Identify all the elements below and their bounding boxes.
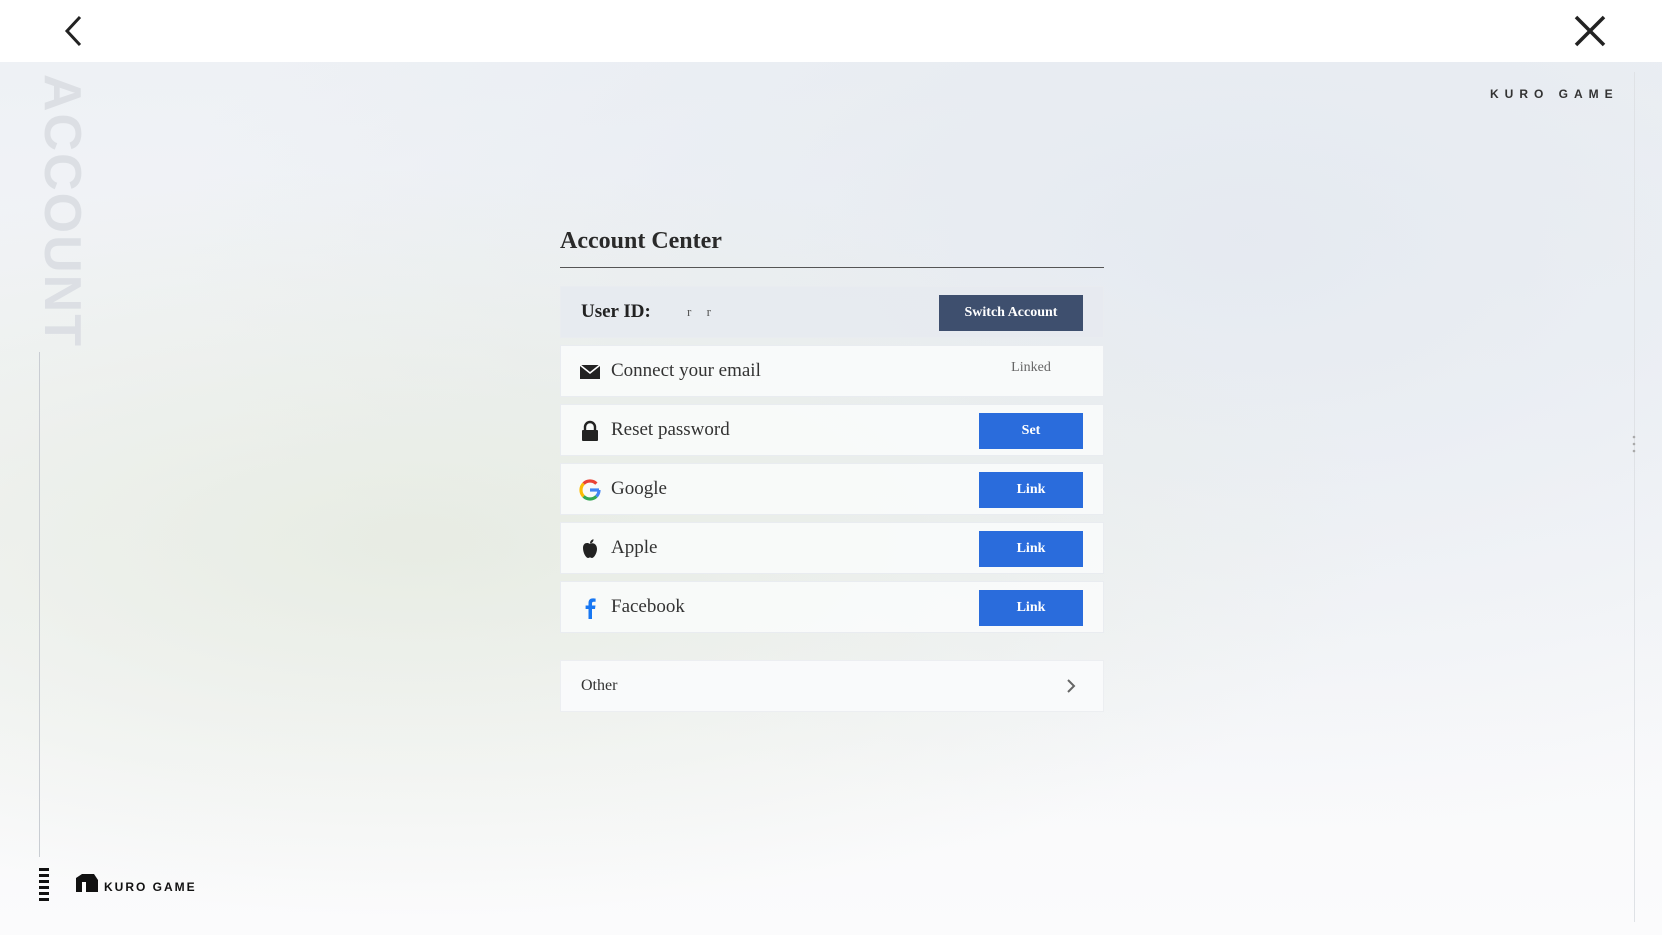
facebook-row: Facebook Link bbox=[560, 581, 1104, 633]
facebook-icon bbox=[585, 598, 596, 619]
google-label: Google bbox=[611, 478, 667, 499]
kuro-logo-icon bbox=[76, 874, 98, 892]
switch-account-button[interactable]: Switch Account bbox=[939, 295, 1083, 331]
brand-logo-top: KURO GAME bbox=[1490, 87, 1619, 101]
back-button[interactable] bbox=[55, 11, 95, 51]
brand-logo-bottom: KURO GAME bbox=[38, 866, 218, 902]
other-label: Other bbox=[581, 677, 618, 694]
facebook-label: Facebook bbox=[611, 596, 685, 617]
link-google-button[interactable]: Link bbox=[979, 472, 1083, 508]
mail-icon bbox=[579, 364, 601, 379]
brand-bottom-text: KURO GAME bbox=[104, 880, 197, 894]
close-icon bbox=[1574, 15, 1606, 47]
link-facebook-button[interactable]: Link bbox=[979, 590, 1083, 626]
chevron-right-icon bbox=[1067, 679, 1076, 693]
close-button[interactable] bbox=[1570, 11, 1610, 51]
google-icon bbox=[579, 479, 601, 501]
title-divider bbox=[560, 267, 1104, 268]
apple-row: Apple Link bbox=[560, 522, 1104, 574]
stripes-icon bbox=[39, 868, 49, 901]
page-title: Account Center bbox=[560, 228, 722, 254]
top-bar bbox=[0, 0, 1662, 63]
set-password-button[interactable]: Set bbox=[979, 413, 1083, 449]
user-id-row: User ID: r r Switch Account bbox=[560, 286, 1104, 338]
lock-icon bbox=[582, 420, 598, 441]
apple-label: Apple bbox=[611, 537, 658, 558]
dots-icon bbox=[1632, 435, 1636, 453]
user-id-value: r r bbox=[687, 304, 717, 319]
user-id-label: User ID: bbox=[581, 301, 651, 322]
account-center-panel: Account Center User ID: r r Switch Accou… bbox=[560, 224, 1104, 712]
google-row: Google Link bbox=[560, 463, 1104, 515]
other-row[interactable]: Other bbox=[560, 660, 1104, 712]
password-row: Reset password Set bbox=[560, 404, 1104, 456]
email-status: Linked bbox=[1011, 360, 1051, 375]
apple-icon bbox=[583, 539, 597, 558]
password-label: Reset password bbox=[611, 419, 730, 440]
left-divider bbox=[39, 352, 40, 857]
right-divider bbox=[1634, 72, 1635, 922]
link-apple-button[interactable]: Link bbox=[979, 531, 1083, 567]
account-watermark: ACCOUNT bbox=[33, 74, 91, 348]
email-label: Connect your email bbox=[611, 360, 761, 381]
email-row: Connect your email Linked bbox=[560, 345, 1104, 397]
chevron-left-icon bbox=[64, 15, 82, 47]
